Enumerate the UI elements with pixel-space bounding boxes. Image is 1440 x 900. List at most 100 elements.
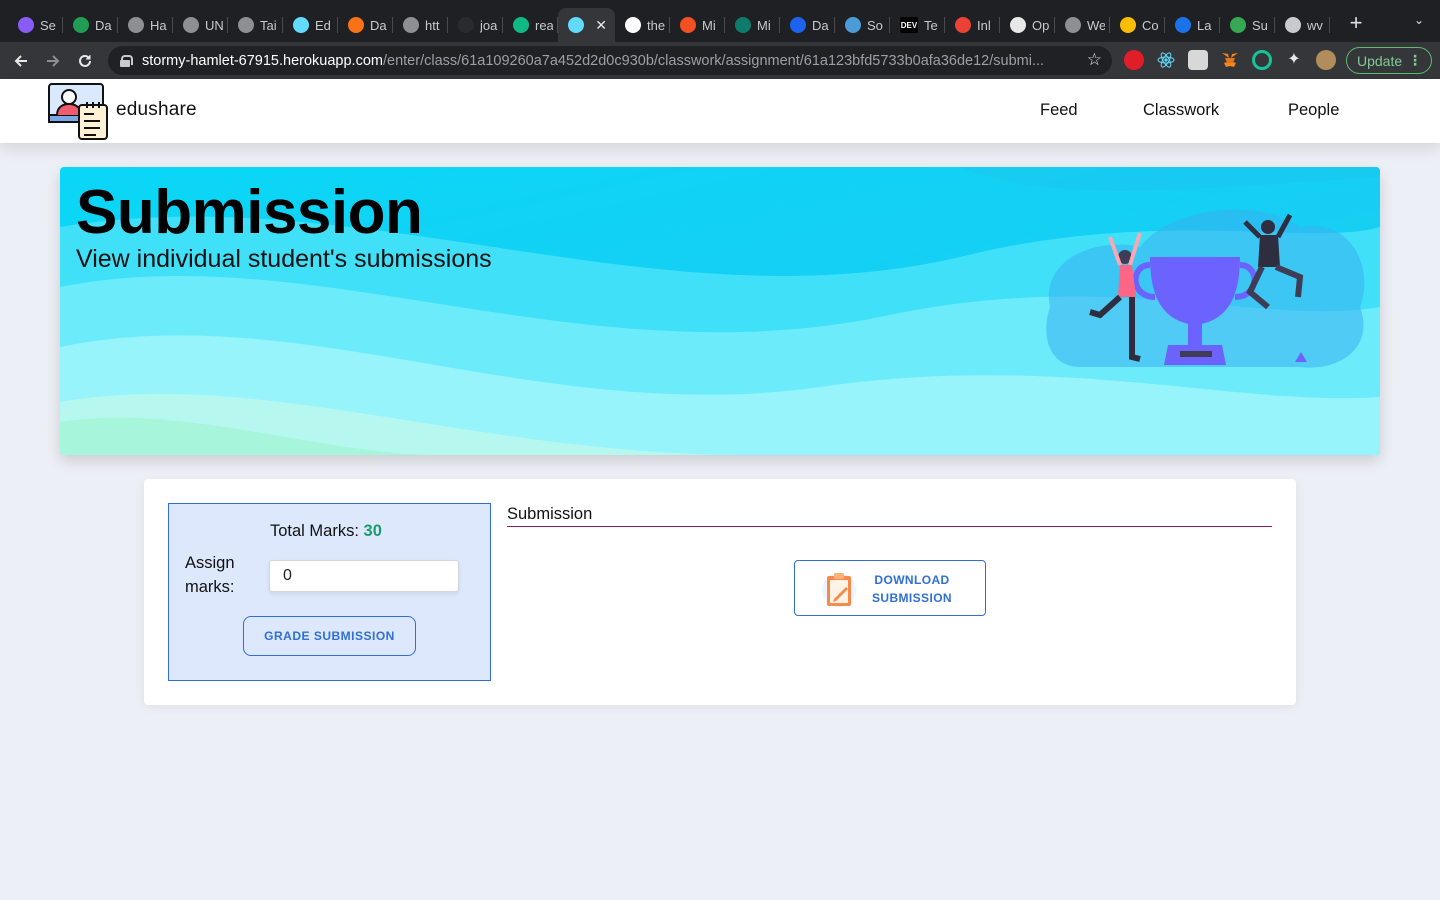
bracket-icon [348,17,364,33]
url-host: stormy-hamlet-67915.herokuapp.com [142,52,383,69]
download-submission-button[interactable]: DOWNLOAD SUBMISSION [794,560,986,616]
browser-tab[interactable]: Su [1220,8,1275,42]
browser-tab[interactable]: We [1055,8,1110,42]
page-title: Submission [76,178,423,247]
adblock-extension-icon[interactable] [1124,50,1144,70]
browser-update-button[interactable]: Update ⋮ [1346,47,1432,74]
tab-title: Ed [315,17,331,33]
tab-title: Inl [977,17,991,33]
assign-marks-label: Assign marks: [185,554,235,596]
react-icon [293,17,309,33]
openai-icon [1010,17,1026,33]
browser-tab[interactable]: UN [173,8,228,42]
browser-tab[interactable]: ✕ [558,8,615,42]
close-tab-icon[interactable]: ✕ [595,17,607,34]
update-label: Update [1357,52,1403,69]
browser-tab[interactable]: htt [393,8,448,42]
browser-tab[interactable]: rea [503,8,558,42]
contacts-icon [1175,17,1191,33]
browser-tab[interactable]: Da [780,8,835,42]
search-icon [238,17,254,33]
react-devtools-extension-icon[interactable] [1156,50,1176,70]
gmail-icon [955,17,971,33]
forms-icon [735,17,751,33]
tab-title: Ha [150,17,167,33]
app-header: edushare Feed Classwork People [0,79,1440,143]
browser-tab[interactable]: Mi [670,8,725,42]
forward-icon[interactable] [37,45,69,77]
browser-tab[interactable]: the [615,8,670,42]
page-subtitle: View individual student's submissions [76,245,492,273]
tab-title: Se [40,17,56,33]
browser-tab[interactable]: Da [63,8,118,42]
tab-title: UN [205,17,223,33]
grading-panel: Total Marks: 30 Assign marks: GRADE SUBM… [168,503,491,681]
browser-tab[interactable]: Mi [725,8,780,42]
tab-title: Co [1142,17,1159,33]
browser-tab[interactable]: Tai [228,8,283,42]
metamask-extension-icon[interactable] [1220,50,1240,70]
leaf-icon [73,17,89,33]
marks-input[interactable] [269,560,459,592]
tab-title: La [1197,17,1212,33]
browser-tab[interactable]: So [835,8,890,42]
github-icon [625,17,641,33]
globe-icon [1065,17,1081,33]
browser-tab[interactable]: Op [1000,8,1055,42]
browser-tab[interactable]: joa [448,8,503,42]
globe-icon [183,17,199,33]
browser-tab[interactable]: wv [1275,8,1330,42]
browser-tab[interactable]: Ed [283,8,338,42]
browser-tab[interactable]: Ha [118,8,173,42]
grade-submission-button[interactable]: GRADE SUBMISSION [243,616,416,656]
more-menu-icon[interactable]: ⋮ [1408,52,1422,69]
arc-icon [18,17,34,33]
tab-title: Da [370,17,387,33]
back-icon[interactable] [5,45,37,77]
submission-divider [507,526,1272,527]
browser-tab[interactable]: DEV Te [890,8,945,42]
tab-title: Te [924,17,938,33]
tab-title: Da [95,17,112,33]
browser-tab[interactable]: Co [1110,8,1165,42]
tab-title: We [1087,17,1105,33]
extensions-puzzle-icon[interactable]: ✦ [1284,50,1304,70]
tab-title: Mi [757,17,771,33]
download-submission-label: DOWNLOAD SUBMISSION [871,573,952,605]
nav-classwork-link[interactable]: Classwork [1143,101,1219,120]
docker-icon [790,17,806,33]
profile-avatar[interactable] [1316,50,1336,70]
classroom-icon [1120,17,1136,33]
grammarly-extension-icon[interactable] [1252,50,1272,70]
tab-title: rea [535,17,553,33]
dev-icon: DEV [900,17,918,33]
submission-heading: Submission [507,505,593,523]
reload-icon[interactable] [69,45,101,77]
notes-extension-icon[interactable] [1188,50,1208,70]
nav-people-link[interactable]: People [1288,101,1339,120]
edushare-logo[interactable] [47,81,109,141]
microsoft-icon [680,17,696,33]
tab-search-icon[interactable]: ⌄ [1414,13,1424,27]
bookmark-star-icon[interactable]: ☆ [1087,50,1102,70]
browser-tab[interactable]: Inl [945,8,1000,42]
browser-tab[interactable]: La [1165,8,1220,42]
total-marks-label: Total Marks: [270,522,364,540]
lock-icon[interactable] [120,54,133,67]
circle-icon [458,17,474,33]
tab-title: Op [1032,17,1050,33]
tab-title: Tai [260,17,277,33]
nav-feed-link[interactable]: Feed [1040,101,1078,120]
tab-title: joa [480,17,498,33]
browser-tab-strip: Se Da Ha UN Tai Ed Da htt joa rea ✕ the Mi Mi Da So DEV T… [0,0,1440,42]
tab-title: htt [425,17,440,33]
browser-tab[interactable]: Da [338,8,393,42]
brand-name[interactable]: edushare [116,99,197,121]
sonar-icon [845,17,861,33]
url-path: /enter/class/61a109260a7a452d2d0c930b/cl… [382,52,1045,69]
address-bar[interactable]: stormy-hamlet-67915.herokuapp.com/enter/… [108,46,1112,75]
drive-icon [1230,17,1246,33]
browser-tab[interactable]: Se [8,8,63,42]
tab-title: the [647,17,665,33]
new-tab-button[interactable]: + [1342,10,1370,36]
